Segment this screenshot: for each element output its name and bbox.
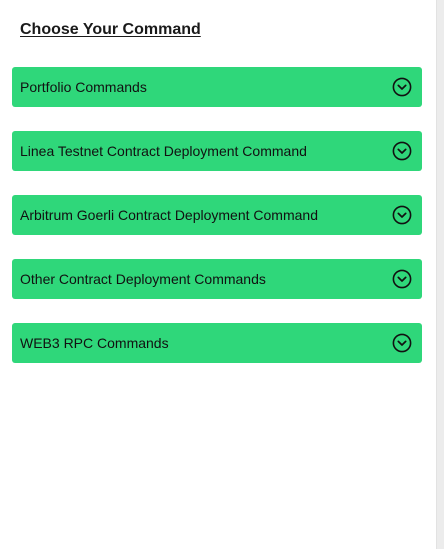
chevron-down-circle-icon[interactable] [392, 205, 412, 225]
accordion-label: Portfolio Commands [20, 79, 147, 95]
accordion-linea-testnet-deployment[interactable]: Linea Testnet Contract Deployment Comman… [12, 131, 422, 171]
page-title: Choose Your Command [20, 21, 201, 38]
accordion-label: Arbitrum Goerli Contract Deployment Comm… [20, 207, 318, 223]
chevron-down-circle-icon[interactable] [392, 77, 412, 97]
command-list: Portfolio Commands Linea Testnet Contrac… [12, 67, 422, 387]
accordion-web3-rpc-commands[interactable]: WEB3 RPC Commands [12, 323, 422, 363]
chevron-down-circle-icon[interactable] [392, 141, 412, 161]
accordion-arbitrum-goerli-deployment[interactable]: Arbitrum Goerli Contract Deployment Comm… [12, 195, 422, 235]
accordion-label: WEB3 RPC Commands [20, 335, 169, 351]
accordion-other-deployment-commands[interactable]: Other Contract Deployment Commands [12, 259, 422, 299]
accordion-label: Other Contract Deployment Commands [20, 271, 266, 287]
accordion-label: Linea Testnet Contract Deployment Comman… [20, 143, 307, 159]
scrollbar-track[interactable] [436, 0, 444, 549]
command-panel: Choose Your Command Portfolio Commands L… [0, 0, 436, 549]
accordion-portfolio-commands[interactable]: Portfolio Commands [12, 67, 422, 107]
chevron-down-circle-icon[interactable] [392, 333, 412, 353]
chevron-down-circle-icon[interactable] [392, 269, 412, 289]
